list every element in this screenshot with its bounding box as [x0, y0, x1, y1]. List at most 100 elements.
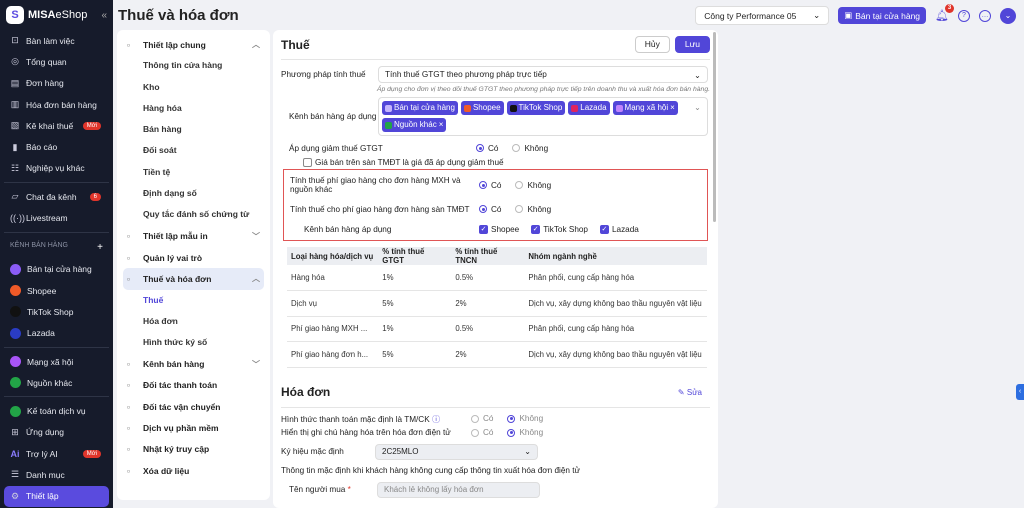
- menu-sub-general-7[interactable]: Quy tắc đánh số chứng từ: [123, 204, 264, 225]
- menu-other-4[interactable]: ▫ Nhật ký truy cập: [123, 439, 264, 460]
- channel-tag[interactable]: Lazada: [568, 101, 610, 115]
- menu-other-2[interactable]: ▫ Đối tác vận chuyển: [123, 396, 264, 417]
- table-row[interactable]: Phí giao hàng đơn h... 5% 2% Dịch vụ, xây d…: [287, 341, 707, 368]
- expand-panel-button[interactable]: ‹: [1016, 384, 1024, 400]
- sidebar-item-item-6[interactable]: ☷ Nghiệp vụ khác: [0, 158, 113, 179]
- logo: S MISAeShop «: [0, 0, 113, 30]
- channel-tag[interactable]: Shopee: [460, 101, 504, 115]
- channel-tag[interactable]: Nguồn khác ×: [382, 118, 447, 132]
- sidebar-item-item-5[interactable]: ▮ Báo cáo: [0, 136, 113, 157]
- sidebar-item-channel-3[interactable]: Lazada: [0, 323, 113, 344]
- ship-social-no-radio[interactable]: Không: [515, 181, 551, 190]
- menu-label: Thiết lập chung: [143, 39, 206, 50]
- menu-other-0[interactable]: ▫ Kênh bán hàng ﹀: [123, 353, 264, 374]
- menu-sub-tax-2[interactable]: Hình thức ký số: [123, 332, 264, 353]
- remove-tag-icon[interactable]: ×: [670, 101, 675, 115]
- ship-channel-checkbox[interactable]: ✓ Shopee: [479, 224, 519, 234]
- menu-sub-general-5[interactable]: Tiền tệ: [123, 162, 264, 183]
- channels-multiselect[interactable]: Bán tại cửa hàng Shopee TikTok Shop Lazada M…: [378, 97, 708, 136]
- tag-label: Lazada: [580, 103, 607, 112]
- add-channel-button[interactable]: +: [97, 242, 103, 253]
- reduce-vat-no-radio[interactable]: Không: [512, 144, 548, 153]
- settings-menu: ▫ Thiết lập chung ︿ Thông tin cửa hàng Kho Hà…: [117, 30, 270, 500]
- sidebar-item-label: Báo cáo: [26, 142, 58, 153]
- menu-sub-general-0[interactable]: Thông tin cửa hàng: [123, 55, 264, 76]
- ecom-price-reduced-checkbox[interactable]: Giá bán trên sàn TMĐT là giá đã áp dụng …: [303, 157, 504, 167]
- sidebar-item-bottom-0[interactable]: Kế toán dịch vụ: [0, 400, 113, 421]
- menu-sub-tax-0[interactable]: Thuế: [123, 290, 264, 311]
- payment-yes-radio[interactable]: Có: [471, 414, 493, 423]
- payment-no-radio[interactable]: Không: [507, 414, 543, 423]
- ship-ecom-no-radio[interactable]: Không: [515, 205, 551, 214]
- ship-channel-checkbox[interactable]: ✓ Lazada: [599, 224, 639, 234]
- table-row[interactable]: Dịch vụ 5% 2% Dịch vụ, xây dựng không bao t…: [287, 290, 707, 317]
- collapse-sidebar-button[interactable]: «: [101, 10, 107, 21]
- ship-channel-checkbox[interactable]: ✓ TikTok Shop: [531, 224, 588, 234]
- channel-tag[interactable]: Mạng xã hội ×: [612, 101, 678, 115]
- table-row[interactable]: Phí giao hàng MXH ... 1% 0.5% Phân phối, cu…: [287, 316, 707, 342]
- bell-icon[interactable]: 🔔︎ 3: [935, 4, 954, 22]
- sidebar-item-item-3[interactable]: ▥ Hóa đơn bán hàng: [0, 94, 113, 115]
- cancel-button[interactable]: Hủy: [634, 36, 670, 53]
- sidebar-item-channel-1[interactable]: Shopee: [0, 280, 113, 301]
- menu-other-3[interactable]: ▫ Dịch vụ phần mềm: [123, 417, 264, 438]
- channel-tag[interactable]: TikTok Shop: [506, 101, 566, 115]
- info-icon[interactable]: ⓘ: [432, 415, 440, 424]
- company-select[interactable]: Công ty Performance 05 ⌄: [695, 6, 830, 25]
- help-icon[interactable]: ?: [958, 9, 970, 22]
- ship-ecom-yes-radio[interactable]: Có: [479, 205, 501, 214]
- menu-label: Thuế và hóa đơn: [143, 273, 212, 284]
- ship-social-yes-radio[interactable]: Có: [479, 181, 501, 190]
- buyer-name-input[interactable]: Khách lẻ không lấy hóa đơn: [377, 481, 540, 498]
- check-icon: ✓: [531, 224, 541, 234]
- payment-default-label: Hình thức thanh toán mặc định là TM/CK ⓘ: [281, 413, 471, 425]
- sidebar-item-item-4[interactable]: ▧ Kê khai thuế Mới: [0, 115, 113, 136]
- sidebar-item-channel-2[interactable]: TikTok Shop: [0, 301, 113, 322]
- remove-tag-icon[interactable]: ×: [439, 118, 444, 132]
- tag-label: Mạng xã hội: [624, 103, 669, 112]
- menu-print[interactable]: ▫ Thiết lập mẫu in ﹀: [123, 226, 264, 247]
- menu-sub-tax-1[interactable]: Hóa đơn: [123, 311, 264, 332]
- apps-icon: ⊞: [11, 426, 19, 437]
- sidebar-item-chat[interactable]: ▱ Chat đa kênh 6: [0, 186, 113, 207]
- sidebar-item-item-2[interactable]: ▤ Đơn hàng: [0, 73, 113, 94]
- sidebar-item-bottom-1[interactable]: ⊞ Ứng dụng: [0, 422, 113, 443]
- menu-other-1[interactable]: ▫ Đối tác thanh toán: [123, 375, 264, 396]
- sidebar-item-item-1[interactable]: ◎ Tổng quan: [0, 51, 113, 72]
- avatar[interactable]: ⌄: [1000, 7, 1016, 24]
- menu-tax[interactable]: ▫ Thuế và hóa đơn ︿: [123, 268, 264, 290]
- channel-icon: [385, 104, 392, 112]
- sidebar-item-channel2-1[interactable]: Nguồn khác: [0, 372, 113, 393]
- menu-sub-general-1[interactable]: Kho: [123, 77, 264, 98]
- sidebar-item-item-0[interactable]: ⊡ Bàn làm việc: [0, 30, 113, 51]
- column-header: Nhóm ngành nghề: [524, 247, 707, 265]
- sidebar-item-label: Lazada: [27, 328, 55, 339]
- sidebar-item-bottom-3[interactable]: ☰ Danh mục: [0, 464, 113, 485]
- channel-tag[interactable]: Bán tại cửa hàng: [382, 101, 458, 115]
- note-yes-radio[interactable]: Có: [471, 428, 493, 437]
- symbol-select[interactable]: 2C25MLO ⌄: [375, 443, 538, 460]
- menu-roles[interactable]: ▫ Quản lý vai trò: [123, 247, 264, 268]
- sidebar-item-channel-0[interactable]: Bán tại cửa hàng: [0, 259, 113, 280]
- sidebar-item-bottom-4[interactable]: ⚙ Thiết lập: [4, 485, 109, 507]
- sidebar-item-bottom-2[interactable]: Ai Trợ lý AI Mới: [0, 443, 113, 464]
- reduce-vat-yes-radio[interactable]: Có: [476, 144, 498, 153]
- store-sale-label: Bán tại cửa hàng: [855, 10, 921, 21]
- more-icon[interactable]: …: [979, 9, 991, 22]
- store-sale-button[interactable]: ▣ Bán tại cửa hàng: [838, 7, 927, 24]
- scrollbar[interactable]: [713, 32, 716, 222]
- table-row[interactable]: Hàng hóa 1% 0.5% Phân phối, cung cấp hàng h…: [287, 265, 707, 291]
- edit-invoice-button[interactable]: ✎ Sửa: [678, 388, 702, 397]
- menu-sub-general-6[interactable]: Định dạng số: [123, 183, 264, 204]
- menu-sub-general-4[interactable]: Đối soát: [123, 140, 264, 161]
- menu-general[interactable]: ▫ Thiết lập chung ︿: [123, 34, 264, 55]
- menu-sub-general-3[interactable]: Bán hàng: [123, 119, 264, 140]
- tax-method-select[interactable]: Tính thuế GTGT theo phương pháp trực tiế…: [378, 66, 708, 83]
- note-no-radio[interactable]: Không: [507, 428, 543, 437]
- ship-channels-label: Kênh bán hàng áp dụng: [304, 224, 392, 234]
- save-button[interactable]: Lưu: [674, 36, 710, 53]
- menu-other-5[interactable]: ▫ Xóa dữ liệu: [123, 460, 264, 481]
- sidebar-item-channel2-0[interactable]: Mạng xã hội: [0, 351, 113, 372]
- menu-sub-general-2[interactable]: Hàng hóa: [123, 98, 264, 119]
- sidebar-item-livestream[interactable]: ((·)) Livestream: [0, 207, 113, 228]
